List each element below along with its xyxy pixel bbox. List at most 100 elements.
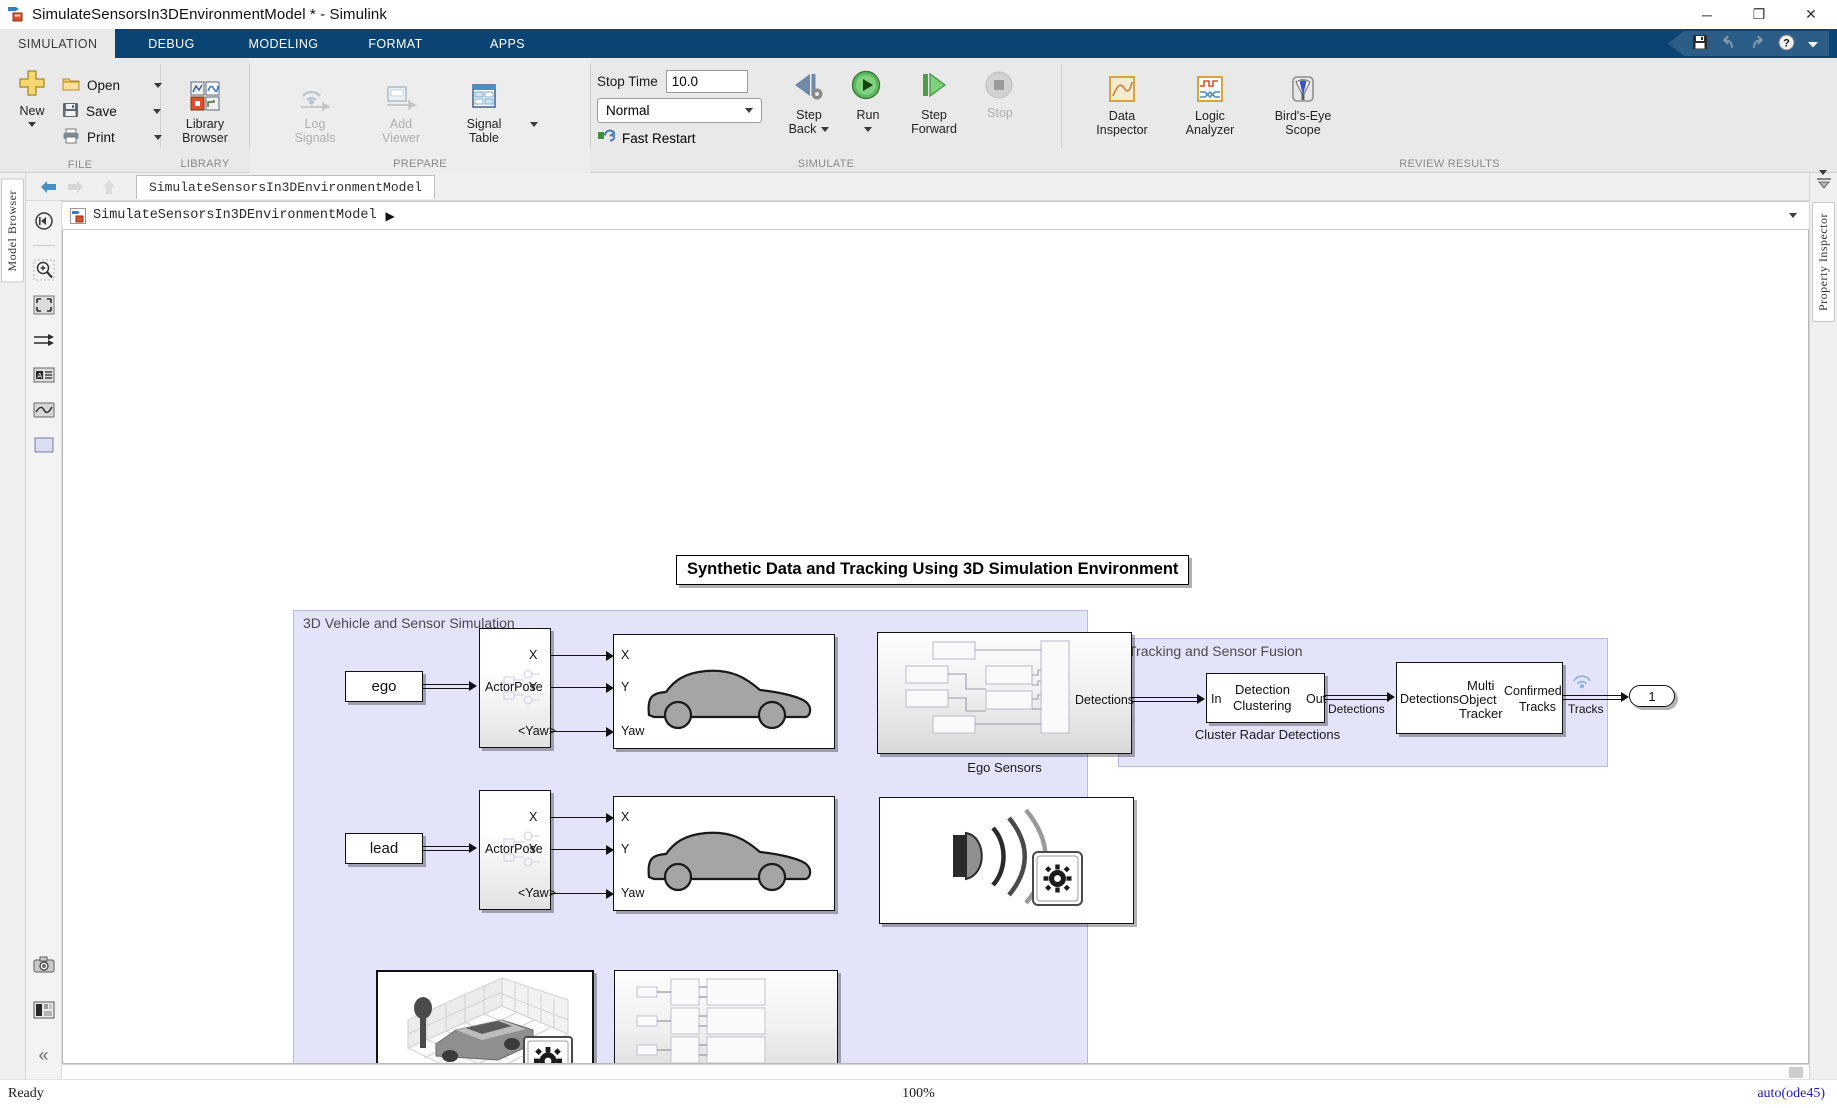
logic-analyzer-button[interactable]: Logic Analyzer [1166,70,1254,137]
diagram-title[interactable]: Synthetic Data and Tracking Using 3D Sim… [676,555,1190,585]
fast-restart-button[interactable]: Fast Restart [597,128,777,148]
block-lead-vehicle[interactable] [613,796,835,911]
forward-arrow-icon[interactable] [62,176,88,198]
signal-lead-yaw [551,893,609,895]
tab-format[interactable]: FORMAT [339,29,451,58]
svg-text:?: ? [1783,37,1790,49]
print-button[interactable]: Print [58,124,166,150]
open-label: Open [87,77,121,93]
port-tracker-confirmed: Confirmed [1504,684,1562,698]
port-ego-sensors-detections: Detections [1075,693,1135,707]
stop-time-input[interactable] [665,70,748,93]
property-inspector-tab[interactable]: Property Inspector [1812,202,1835,322]
left-rail: Model Browser [0,173,26,1079]
scrollbar-thumb[interactable] [1789,1067,1803,1078]
zoom-in-icon[interactable] [32,258,56,282]
ribbon-collapse-caret-icon[interactable] [1819,170,1827,175]
data-inspector-button[interactable]: Data Inspector [1078,70,1166,137]
port-cluster-in: In [1211,692,1222,706]
arrow-ego-to-actor [469,681,477,691]
signal-ego-yaw [551,731,609,733]
step-forward-button[interactable]: Step Forward [895,64,973,136]
navigate-back-icon[interactable] [32,209,56,233]
log-signals-button[interactable]: Log Signals [272,78,358,145]
step-back-button[interactable]: Step Back [777,64,841,136]
annotation-icon[interactable]: A [32,363,56,387]
fit-to-view-icon[interactable] [32,293,56,317]
collapse-icon[interactable]: « [32,1043,56,1067]
print-label: Print [87,129,115,145]
horizontal-scrollbar[interactable] [62,1064,1809,1079]
simulation-mode-select[interactable]: Normal [597,98,762,123]
model-canvas[interactable]: Synthetic Data and Tracking Using 3D Sim… [62,230,1809,1064]
help-icon[interactable]: ? [1778,34,1795,54]
save-label: Save [86,103,117,119]
run-button[interactable]: Run [841,64,895,132]
block-lead-constant[interactable]: lead [345,833,423,864]
simulation-mode-caret-icon[interactable] [745,108,753,113]
step-back-caret-icon[interactable] [821,126,830,132]
tab-simulation[interactable]: SIMULATION [0,29,116,58]
collapse-panel-icon[interactable] [1816,177,1832,196]
block-outport-1[interactable]: 1 [1629,685,1675,707]
birds-eye-scope-button[interactable]: Bird's-Eye Scope [1254,70,1352,137]
stop-label: Stop [987,106,1013,120]
tab-apps[interactable]: APPS [451,29,563,58]
maximize-button[interactable]: ❐ [1733,0,1785,29]
tab-debug[interactable]: DEBUG [115,29,227,58]
undo-icon[interactable] [1720,35,1737,53]
block-scene-configuration[interactable] [376,970,594,1063]
scope-icon[interactable] [32,398,56,422]
close-button[interactable]: ✕ [1785,0,1837,29]
run-icon [851,70,885,107]
camera-icon[interactable] [32,953,56,977]
signal-table-button[interactable]: Signal Table [444,78,524,145]
signal-flow-icon[interactable] [32,328,56,352]
ribbon-group-file: New Open Save Print FILE [0,58,162,173]
redo-icon[interactable] [1749,35,1766,53]
add-viewer-icon [384,82,418,115]
tab-modeling[interactable]: MODELING [227,29,339,58]
run-caret-icon[interactable] [864,127,872,132]
back-arrow-icon[interactable] [36,176,62,198]
block-ego-vehicle[interactable] [613,634,835,749]
save-icon[interactable] [1692,34,1708,53]
screenshot-icon[interactable] [32,998,56,1022]
add-viewer-button[interactable]: Add Viewer [358,78,444,145]
block-tracker-line2: Object [1459,692,1497,707]
breadcrumb-expand-caret-icon[interactable] [1789,213,1797,218]
open-button[interactable]: Open [58,72,166,98]
canvas-tool-rail: A « [26,201,62,1079]
model-browser-tab[interactable]: Model Browser [1,179,24,283]
folder-icon [62,76,80,95]
block-tracker-line1: Multi [1467,678,1495,693]
breadcrumb-model-icon [70,207,86,224]
model-tab[interactable]: SimulateSensorsIn3DEnvironmentModel [136,174,436,199]
signal-detections-to-tracking [1132,697,1199,702]
block-other-vehicles[interactable] [614,970,838,1063]
simulation-mode-value: Normal [606,103,650,118]
quick-access-more-icon[interactable] [1807,36,1819,52]
new-caret-icon[interactable] [28,122,36,127]
subsystem-icon[interactable] [32,433,56,457]
birds-eye-scope-line1: Bird's-Eye [1274,109,1332,123]
plus-icon [16,67,48,102]
minimize-button[interactable]: ─ [1681,0,1733,29]
block-sensor-config[interactable] [879,797,1134,924]
new-button[interactable]: New [6,65,58,127]
breadcrumb-path[interactable]: SimulateSensorsIn3DEnvironmentModel [93,208,377,223]
prepare-expand-caret-icon[interactable] [530,121,538,127]
library-browser-line2: Browser [182,131,228,145]
save-button[interactable]: Save [58,98,166,124]
signal-label-detections-2: Detections [1328,702,1385,716]
signal-table-icon [469,82,499,115]
stop-button[interactable]: Stop [973,64,1027,120]
save-caret-icon[interactable] [153,108,161,114]
file-actions: Open Save Print [58,65,166,157]
library-browser-button[interactable]: Library Browser [174,77,236,145]
solver-indicator[interactable]: auto(ode45) [1757,1086,1825,1102]
block-ego-constant[interactable]: ego [345,671,423,702]
up-arrow-icon[interactable] [96,176,122,198]
logic-analyzer-line2: Analyzer [1185,123,1235,137]
zoom-level[interactable]: 100% [902,1086,935,1102]
